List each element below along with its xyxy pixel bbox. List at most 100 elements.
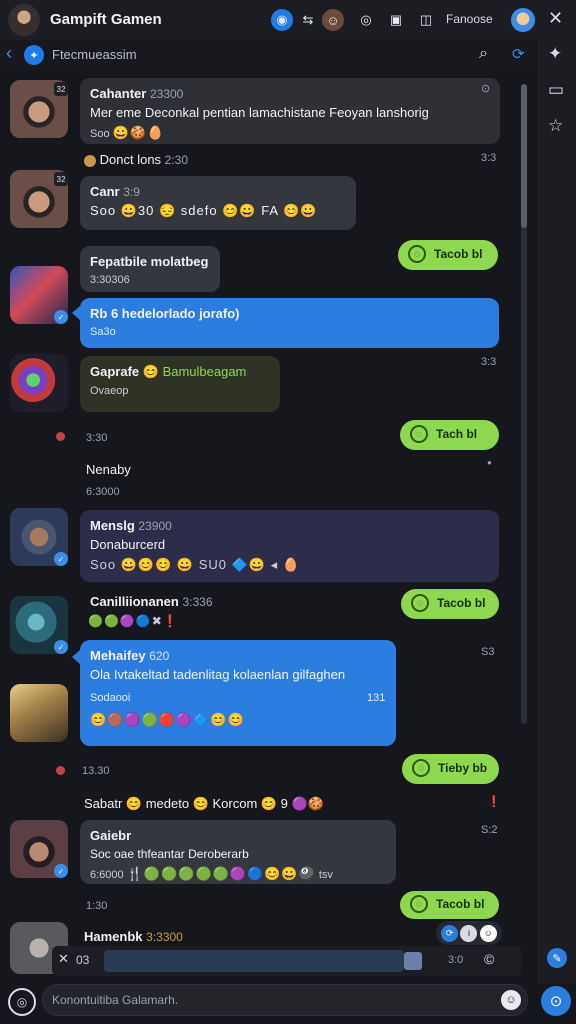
sync-icon[interactable]: ⟳ <box>512 45 525 63</box>
camera-icon[interactable]: ◎ <box>8 988 36 1016</box>
message-bubble[interactable]: Menslg 23900 Donaburcerd Soo 😀😊😊 😀 SU0 🔷… <box>80 510 499 582</box>
message-time: Sa3o <box>90 326 116 338</box>
message-text: Donaburcerd <box>90 537 166 552</box>
rail-action-icon[interactable]: ✎ <box>547 948 567 968</box>
message-bubble[interactable]: Mehaifey 620 Ola Ivtakeltad tadenlitag k… <box>80 640 396 746</box>
message-bubble[interactable]: Fepatbile molatbeg 3:30306 <box>80 246 220 292</box>
sender-name: Gaprafe 😊 Bamulbeagam <box>90 364 247 379</box>
reply-preview[interactable] <box>104 950 404 972</box>
system-line: Donct lons 2:30 <box>84 152 188 167</box>
input-placeholder: Konontuitiba Galamarh. <box>52 993 179 1007</box>
header-label[interactable]: Fanoose <box>446 12 493 26</box>
own-message-bubble[interactable]: ◌ Tacob bl <box>398 240 498 270</box>
sender-name: Cahanter 23300 <box>90 86 184 101</box>
message-time: 3:3 <box>481 152 497 164</box>
message-time: S3 <box>481 646 495 658</box>
message-time: 1:30 <box>86 900 108 912</box>
message-text: Mer eme Deconkal pentian lamachistane Fe… <box>90 105 429 120</box>
arrows-icon[interactable]: ⇆ <box>297 9 319 31</box>
section-time: 6:3000 <box>86 486 120 498</box>
own-message-bubble[interactable]: ◌ Tieby bb <box>402 754 499 784</box>
message-reactions[interactable]: 😊🟤🟣🟢🔴🟣🔷😊😊 <box>90 712 386 728</box>
unread-dot <box>56 432 65 441</box>
status-icon[interactable]: ◉ <box>271 9 293 31</box>
channel-title: Ftecmueassim <box>52 47 137 62</box>
channel-icon: ✦ <box>24 45 44 65</box>
message-text: Soc oae thfeantar Deroberarb <box>90 847 249 861</box>
search-icon[interactable]: ⌕ <box>479 45 488 63</box>
message-text: Soo 😀30 😔 sdefo 😊😀 FA 😊😀 <box>90 203 318 218</box>
back-icon[interactable]: ‹ <box>6 43 12 64</box>
sender-avatar[interactable] <box>10 354 68 412</box>
status-icon: ◌ <box>410 425 428 443</box>
alert-icon: ❗ <box>487 796 501 808</box>
message-reactions[interactable]: Soo 😀😊😊 😀 SU0 🔷😀 ◂ 🥚 <box>90 557 489 573</box>
status-icon: ◌ <box>408 245 426 263</box>
emoji-icon[interactable]: ☺ <box>501 990 521 1010</box>
attachment-icon[interactable] <box>404 952 422 970</box>
right-rail <box>538 40 576 984</box>
own-message-bubble[interactable]: ◌ Tacob bl <box>401 589 499 619</box>
sender-name: Fepatbile molatbeg <box>90 254 209 269</box>
avatar-badge: ✓ <box>54 864 68 878</box>
own-message-bubble[interactable]: ◌ Tacob bl <box>400 891 499 919</box>
avatar-badge: 32 <box>54 82 68 96</box>
status-icon: ◌ <box>411 594 429 612</box>
tv-icon[interactable]: ◫ <box>415 9 437 31</box>
message-text: Ola Ivtakeltad tadenlitag kolaenlan gilf… <box>90 667 346 682</box>
message-status: Ovaeop <box>90 385 129 397</box>
status-icon: ◌ <box>412 759 430 777</box>
sender-name: Canilliionanen 3:336 <box>90 594 213 609</box>
bubble-tail <box>72 306 80 320</box>
copy-icon[interactable]: © <box>484 951 494 967</box>
message-time: 3:3 <box>481 356 497 368</box>
chat-title: Gampift Gamen <box>50 11 162 28</box>
message-time: S:2 <box>481 824 498 836</box>
message-reactions[interactable]: 🟢🟢🟣🔵✖❗ <box>88 614 179 628</box>
message-text: Rb 6 hedelorlado jorafo) <box>90 306 240 321</box>
message-reactions[interactable]: Soo 😀🍪🥚 <box>90 125 490 141</box>
send-icon[interactable]: ⊙ <box>541 986 571 1016</box>
unread-dot <box>56 766 65 775</box>
avatar-badge: ✓ <box>54 310 68 324</box>
emoji-icon[interactable]: ☺ <box>479 924 497 942</box>
message-time: 3:30306 <box>90 274 130 286</box>
pin-icon[interactable]: ✦ <box>548 44 562 64</box>
own-message-bubble[interactable]: ◌ Tach bl <box>400 420 499 450</box>
star-icon[interactable]: ☆ <box>548 116 563 136</box>
bubble-tail <box>72 650 80 664</box>
title-bar: Gampift Gamen ◉ ⇆ ☺ ◎ ▣ ◫ Fanoose ✕ <box>0 0 576 40</box>
info-icon[interactable]: i <box>460 924 478 942</box>
sender-name: Canr 3:9 <box>90 184 140 199</box>
reaction-summary[interactable]: Sabatr 😊 medeto 😊 Korcom 😊 9 🟣🍪 <box>84 796 324 812</box>
message-bubble[interactable]: Canr 3:9 Soo 😀30 😔 sdefo 😊😀 FA 😊😀 <box>80 176 356 230</box>
avatar-badge: ✓ <box>54 552 68 566</box>
sender-name: Mehaifey 620 <box>90 648 170 663</box>
reply-count: 03 <box>76 953 90 967</box>
message-time: 3:30 <box>86 432 108 444</box>
message-time: 13.30 <box>82 765 110 777</box>
avatar-icon[interactable]: ☺ <box>322 9 344 31</box>
chat-icon[interactable]: ◎ <box>355 9 377 31</box>
message-bubble[interactable]: Gaiebr Soc oae thfeantar Deroberarb 6:60… <box>80 820 396 884</box>
scrollbar-thumb[interactable] <box>521 84 527 228</box>
message-bubble[interactable]: Cahanter 23300 Mer eme Deconkal pentian … <box>80 78 500 144</box>
status-icon: ◌ <box>410 895 428 913</box>
close-icon[interactable]: ✕ <box>548 8 563 29</box>
close-reply-icon[interactable]: ✕ <box>58 951 69 967</box>
chat-avatar[interactable] <box>8 4 40 36</box>
sender-name: Menslg 23900 <box>90 518 172 533</box>
user-badge-icon[interactable] <box>511 8 535 32</box>
quick-actions[interactable]: ⟳ i ☺ <box>436 921 502 945</box>
message-reactions[interactable]: 6:6000 🍴🟢🟢🟢🟢🟢🟣🔵😊😀🎱 tsv <box>90 866 386 882</box>
bookmark-icon[interactable]: ▣ <box>385 9 407 31</box>
avatar-badge: 32 <box>54 172 68 186</box>
sync-icon[interactable]: ⟳ <box>441 924 459 942</box>
panel-icon[interactable]: ▭ <box>548 80 564 100</box>
sub-header: ‹ ✦ Ftecmueassim ⌕ ⟳ <box>0 40 536 70</box>
sender-name: Gaiebr <box>90 828 132 843</box>
message-bubble[interactable]: Rb 6 hedelorlado jorafo) Sa3o <box>80 298 499 348</box>
section-name: Nenaby <box>86 462 131 477</box>
message-bubble[interactable]: Gaprafe 😊 Bamulbeagam Ovaeop <box>80 356 280 412</box>
sender-avatar[interactable] <box>10 684 68 742</box>
